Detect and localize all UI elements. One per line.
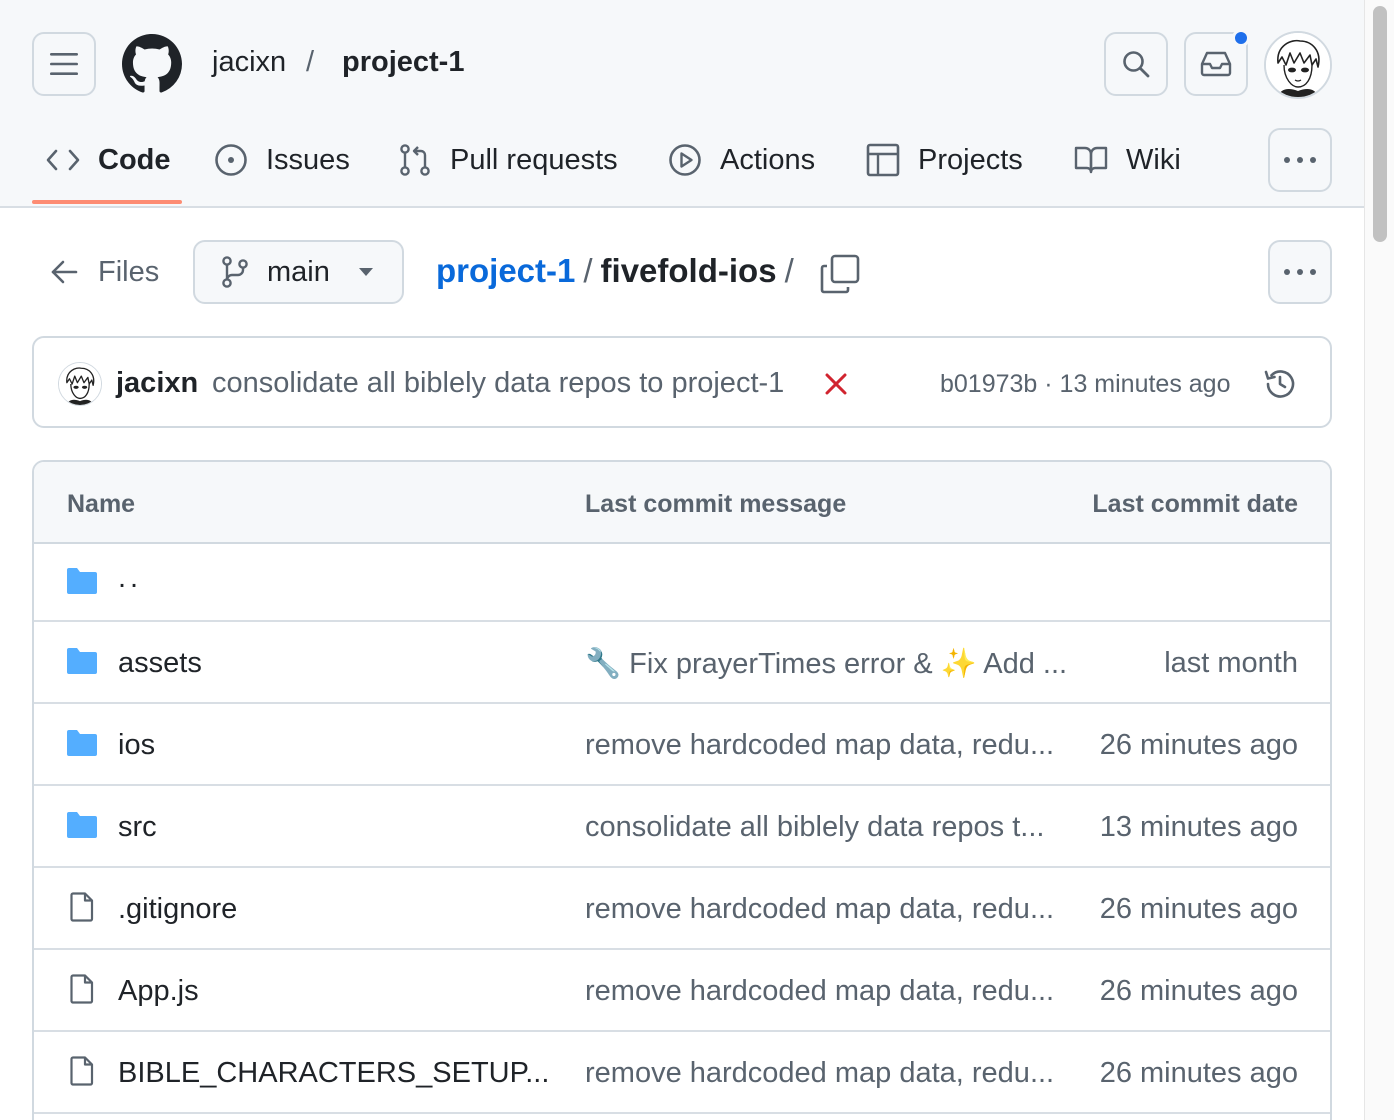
tab-code-label: Code [98,143,171,176]
latest-commit-bar: jacixn consolidate all biblely data repo… [32,336,1332,428]
tab-projects-label: Projects [918,143,1023,176]
commit-author-avatar[interactable] [58,362,102,406]
table-row[interactable]: assets 🔧 Fix prayerTimes error & ✨ Add .… [34,622,1330,704]
repo-owner-link[interactable]: jacixn [212,46,286,79]
user-avatar[interactable] [1264,31,1332,99]
pull-request-icon [400,144,430,176]
parent-directory-row[interactable]: .. [34,544,1330,622]
copy-path-icon[interactable] [818,252,862,296]
folder-icon [67,730,97,756]
tab-code[interactable]: Code [46,128,171,192]
check-failed-icon[interactable] [822,370,850,398]
table-row[interactable]: ios remove hardcoded map data, redu... 2… [34,704,1330,786]
notification-indicator [1232,29,1250,47]
breadcrumb-root-link[interactable]: project-1 [436,252,575,290]
kebab-horizontal-icon [1284,157,1316,163]
folder-icon [67,568,97,594]
search-button[interactable] [1104,32,1168,96]
tab-pull-requests-label: Pull requests [450,143,618,176]
column-header-message: Last commit message [585,490,847,518]
table-row[interactable]: .gitignore remove hardcoded map data, re… [34,868,1330,950]
breadcrumb: project-1 / fivefold-ios / [436,252,802,290]
hamburger-icon [50,53,78,75]
commit-date: 26 minutes ago [1099,975,1298,1007]
page-scrollbar[interactable] [1364,0,1394,1120]
arrow-left-icon [51,260,78,284]
file-name-link[interactable]: src [118,811,157,844]
git-branch-icon [222,256,248,288]
tab-projects[interactable]: Projects [866,128,1023,192]
tab-issues[interactable]: Issues [214,128,350,192]
commit-message-link[interactable]: 🔧 Fix prayerTimes error & ✨ Add ... [585,647,1067,681]
file-icon [70,974,94,1004]
column-header-date: Last commit date [1092,490,1298,518]
search-icon [1123,51,1150,78]
commit-message-link[interactable]: remove hardcoded map data, redu... [585,1057,1054,1090]
commit-message-link[interactable]: consolidate all biblely data repos to pr… [212,367,784,400]
table-row[interactable]: src consolidate all biblely data repos t… [34,786,1330,868]
file-table: Name Last commit message Last commit dat… [32,460,1332,1120]
kebab-horizontal-icon [1284,269,1316,275]
tab-actions[interactable]: Actions [668,128,815,192]
active-tab-indicator [32,200,182,204]
commit-date: 26 minutes ago [1099,729,1298,761]
breadcrumb-separator: / [583,252,593,289]
commit-message-link[interactable]: remove hardcoded map data, redu... [585,975,1054,1008]
github-repo-page: jacixn / project-1 Code Issues Pull requ… [0,0,1394,1120]
commit-date: last month [1164,647,1298,679]
table-row[interactable]: BIBLE_CHARACTERS_SETUP... remove hardcod… [34,1032,1330,1114]
files-back-button[interactable]: Files [50,248,159,296]
history-icon[interactable] [1262,366,1298,402]
commit-sha-and-time[interactable]: b01973b · 13 minutes ago [940,370,1231,399]
breadcrumb-current-dir: fivefold-ios [600,252,777,289]
commit-message-link[interactable]: remove hardcoded map data, redu... [585,893,1054,926]
tab-pull-requests[interactable]: Pull requests [398,128,618,192]
table-header: Name Last commit message Last commit dat… [34,462,1330,544]
github-logo[interactable] [122,34,182,94]
parent-directory-link[interactable]: .. [118,562,142,595]
column-header-name: Name [67,490,136,518]
file-name-link[interactable]: .gitignore [118,893,237,926]
avatar-image [1266,33,1330,97]
repo-header: jacixn / project-1 Code Issues Pull requ… [0,0,1364,208]
tab-wiki[interactable]: Wiki [1074,128,1181,192]
file-name-link[interactable]: ios [118,729,155,762]
table-row[interactable]: App.js remove hardcoded map data, redu..… [34,950,1330,1032]
more-file-options-button[interactable] [1268,240,1332,304]
file-icon [70,1056,94,1086]
open-menu-button[interactable] [32,32,96,96]
avatar-image [59,363,101,405]
scrollbar-thumb[interactable] [1373,6,1387,242]
issue-icon [215,144,247,176]
folder-icon [67,648,97,674]
tab-issues-label: Issues [266,143,350,176]
files-back-label: Files [98,255,160,288]
tab-actions-label: Actions [720,143,816,176]
file-icon [70,892,94,922]
file-name-link[interactable]: App.js [118,975,199,1008]
code-icon [46,149,80,171]
book-icon [1074,146,1108,174]
play-icon [669,144,701,176]
breadcrumb-trailing-separator: / [784,252,794,289]
folder-icon [67,812,97,838]
repo-name-link[interactable]: project-1 [342,46,464,79]
branch-select-button[interactable]: main [193,240,404,304]
commit-author-link[interactable]: jacixn [116,367,198,400]
table-icon [866,143,900,177]
file-name-link[interactable]: assets [118,647,202,680]
repo-separator: / [306,46,315,78]
commit-date: 13 minutes ago [1099,811,1298,843]
more-tabs-button[interactable] [1268,128,1332,192]
commit-message-link[interactable]: consolidate all biblely data repos t... [585,811,1044,844]
tab-wiki-label: Wiki [1126,143,1181,176]
inbox-icon [1200,51,1232,77]
branch-name: main [267,255,330,288]
commit-message-link[interactable]: remove hardcoded map data, redu... [585,729,1054,762]
commit-date: 26 minutes ago [1099,893,1298,925]
commit-date: 26 minutes ago [1099,1057,1298,1089]
file-name-link[interactable]: BIBLE_CHARACTERS_SETUP... [118,1057,549,1090]
triangle-down-icon [358,268,373,276]
